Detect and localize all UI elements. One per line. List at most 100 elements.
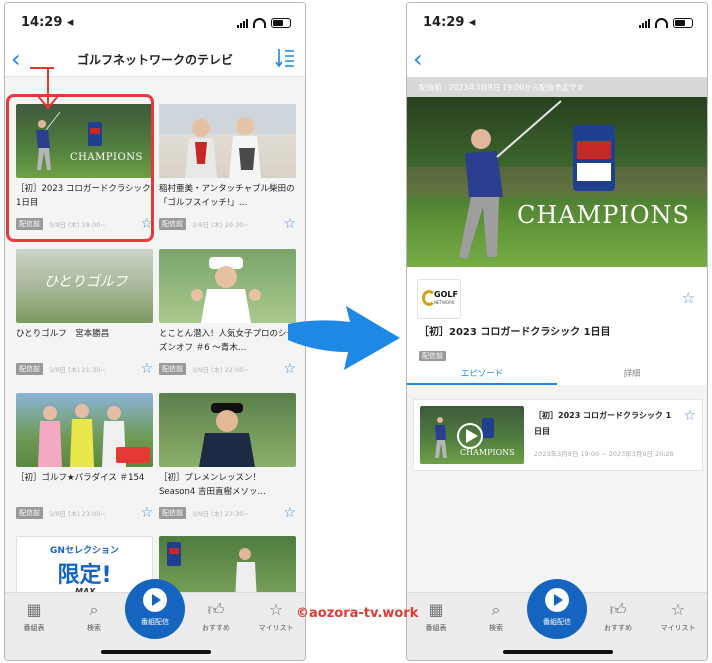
gentei-text: 限定!	[57, 563, 112, 588]
status-badge: 配信前	[159, 218, 186, 230]
program-date: 3/9日 (木) 21:30~	[49, 366, 106, 374]
tab-mylist[interactable]: ☆ マイリスト	[653, 601, 703, 633]
highlight-box	[6, 94, 154, 242]
episode-title: ［初］2023 コロガードクラシック 1日目	[534, 411, 672, 436]
program-thumbnail[interactable]	[159, 249, 296, 323]
tab-label: 番組表	[23, 624, 45, 632]
battery-icon	[673, 18, 693, 28]
status-badge: 配信前	[16, 507, 43, 519]
status-badge: 配信前	[419, 351, 446, 361]
tab-search[interactable]: ⌕ 検索	[471, 601, 521, 633]
tab-label: おすすめ	[604, 624, 632, 632]
tab-schedule[interactable]: ▦ 番組表	[9, 601, 59, 633]
player-illustration	[191, 257, 261, 323]
thumbs-up-icon: 👍︎	[609, 600, 627, 619]
tab-label: 番組表	[425, 624, 447, 632]
tab-label: 検索	[87, 624, 101, 632]
status-icons	[237, 18, 291, 28]
status-icons	[639, 18, 693, 28]
program-card-4[interactable]: とことん潜入！人気女子プロのシーズンオフ ＃6 ～青木… 配信前 3/9日 (木…	[159, 249, 296, 377]
program-title: ［初］2023 コロガードクラシック 1日目	[419, 327, 611, 338]
red-down-arrow-icon	[30, 67, 59, 110]
tab-bar: ▦ 番組表 ⌕ 検索 番組配信 👍︎ おすすめ ☆ マイリスト	[5, 579, 305, 660]
status-bar: 14:29 ◂	[5, 3, 305, 43]
program-date: 3/9日 (木) 22:00~	[192, 366, 249, 374]
tab-episode[interactable]: エピソード	[407, 367, 557, 379]
program-title: 稲村亜美・アンタッチャブル柴田の「ゴルフスイッチ!」…	[159, 184, 295, 208]
star-icon[interactable]: ☆	[682, 289, 695, 307]
tab-label: 検索	[489, 624, 503, 632]
logo-subtext: NETWORK	[434, 300, 455, 305]
star-icon[interactable]: ☆	[283, 216, 296, 232]
nav-bar: ‹	[407, 43, 707, 77]
status-badge-wrap: 配信前	[419, 343, 446, 362]
program-thumbnail[interactable]	[16, 393, 153, 467]
battery-icon	[271, 18, 291, 28]
program-card-3[interactable]: ひとりゴルフ ひとりゴルフ 宮本勝昌 配信前 3/9日 (木) 21:30~ ☆	[16, 249, 153, 377]
episode-date: 2023年3月9日 19:00 ~ 2023年3月9日 20:28	[534, 450, 674, 458]
tab-recommended[interactable]: 👍︎ おすすめ	[593, 601, 643, 633]
program-date: 3/9日 (木) 23:30~	[192, 510, 249, 518]
program-meta: 配信前 3/9日 (木) 22:00~	[159, 363, 296, 375]
star-icon[interactable]: ☆	[140, 505, 153, 521]
sort-icon[interactable]	[275, 47, 295, 69]
program-info: GOLF NETWORK ☆ ［初］2023 コロガードクラシック 1日目 配信…	[407, 267, 707, 385]
program-meta: 配信前 3/9日 (木) 21:30~	[16, 363, 153, 375]
episode-thumbnail[interactable]: CHAMPIONS	[420, 406, 524, 464]
golf-network-logo: GOLF NETWORK	[417, 279, 461, 319]
right-phone-screen: 14:29 ◂ ‹ 配信前 2023年3月9日 19:00から配信予定です CH…	[406, 2, 708, 661]
tab-label: マイリスト	[660, 624, 696, 632]
play-icon	[143, 588, 167, 612]
program-date: 3/9日 (木) 20:30~	[192, 221, 249, 229]
three-players-illustration	[38, 404, 150, 467]
tab-label: マイリスト	[258, 624, 294, 632]
tab-label: 番組配信	[543, 618, 571, 626]
tab-mylist[interactable]: ☆ マイリスト	[251, 601, 301, 633]
star-icon[interactable]: ☆	[683, 408, 696, 424]
wifi-icon	[655, 18, 668, 28]
tab-bar: ▦ 番組表 ⌕ 検索 番組配信 👍︎ おすすめ ☆ マイリスト	[407, 579, 707, 660]
logo-text: GOLF	[434, 290, 458, 299]
program-thumbnail[interactable]	[159, 393, 296, 467]
program-thumbnail[interactable]	[159, 104, 296, 178]
home-indicator	[503, 650, 613, 654]
status-badge: 配信前	[16, 363, 43, 375]
status-badge: 配信前	[159, 507, 186, 519]
search-icon: ⌕	[491, 600, 501, 619]
tab-label: 番組配信	[141, 618, 169, 626]
tab-streaming[interactable]: 番組配信	[125, 579, 185, 639]
detail-tabs: エピソード 詳細	[407, 363, 707, 385]
program-card-2[interactable]: 稲村亜美・アンタッチャブル柴田の「ゴルフスイッチ!」… 配信前 3/9日 (木)…	[159, 104, 296, 232]
home-indicator	[101, 650, 211, 654]
tab-search[interactable]: ⌕ 検索	[69, 601, 119, 633]
program-thumbnail[interactable]: ひとりゴルフ	[16, 249, 153, 323]
back-icon[interactable]: ‹	[413, 45, 423, 73]
program-card-5[interactable]: ［初］ゴルフ★パラダイス ＃154 配信前 3/9日 (木) 23:00~ ☆	[16, 393, 153, 521]
thumbs-up-icon: 👍︎	[207, 600, 225, 619]
star-icon[interactable]: ☆	[283, 505, 296, 521]
play-icon	[545, 588, 569, 612]
hitori-golf-logo-text: ひとりゴルフ	[44, 274, 128, 290]
tab-schedule[interactable]: ▦ 番組表	[411, 601, 461, 633]
program-card-6[interactable]: ［初］プレメンレッスン！Season4 吉田直樹メソッ… 配信前 3/9日 (木…	[159, 393, 296, 521]
star-icon[interactable]: ☆	[140, 361, 153, 377]
tab-details[interactable]: 詳細	[557, 367, 707, 379]
program-title: ［初］ゴルフ★パラダイス ＃154	[16, 473, 145, 483]
status-time: 14:29 ◂	[21, 15, 74, 30]
tab-recommended[interactable]: 👍︎ おすすめ	[191, 601, 241, 633]
wifi-icon	[253, 18, 266, 28]
instructor-illustration	[199, 403, 255, 467]
search-icon: ⌕	[89, 600, 99, 619]
program-meta: 配信前 3/9日 (木) 23:00~	[16, 507, 153, 519]
gn-selection-text: GNセレクション	[50, 546, 119, 556]
watermark: ©aozora-tv.work	[296, 606, 419, 621]
program-title: ひとりゴルフ 宮本勝昌	[16, 329, 110, 339]
tab-streaming[interactable]: 番組配信	[527, 579, 587, 639]
golfer-hero-illustration	[407, 100, 707, 259]
status-badge: 配信前	[159, 363, 186, 375]
calendar-icon: ▦	[26, 600, 42, 619]
program-meta: 配信前 3/9日 (木) 20:30~	[159, 218, 296, 230]
signal-icon	[639, 18, 650, 28]
episode-item[interactable]: CHAMPIONS ［初］2023 コロガードクラシック 1日目 2023年3月…	[413, 399, 703, 471]
blue-right-arrow-icon	[288, 306, 400, 370]
